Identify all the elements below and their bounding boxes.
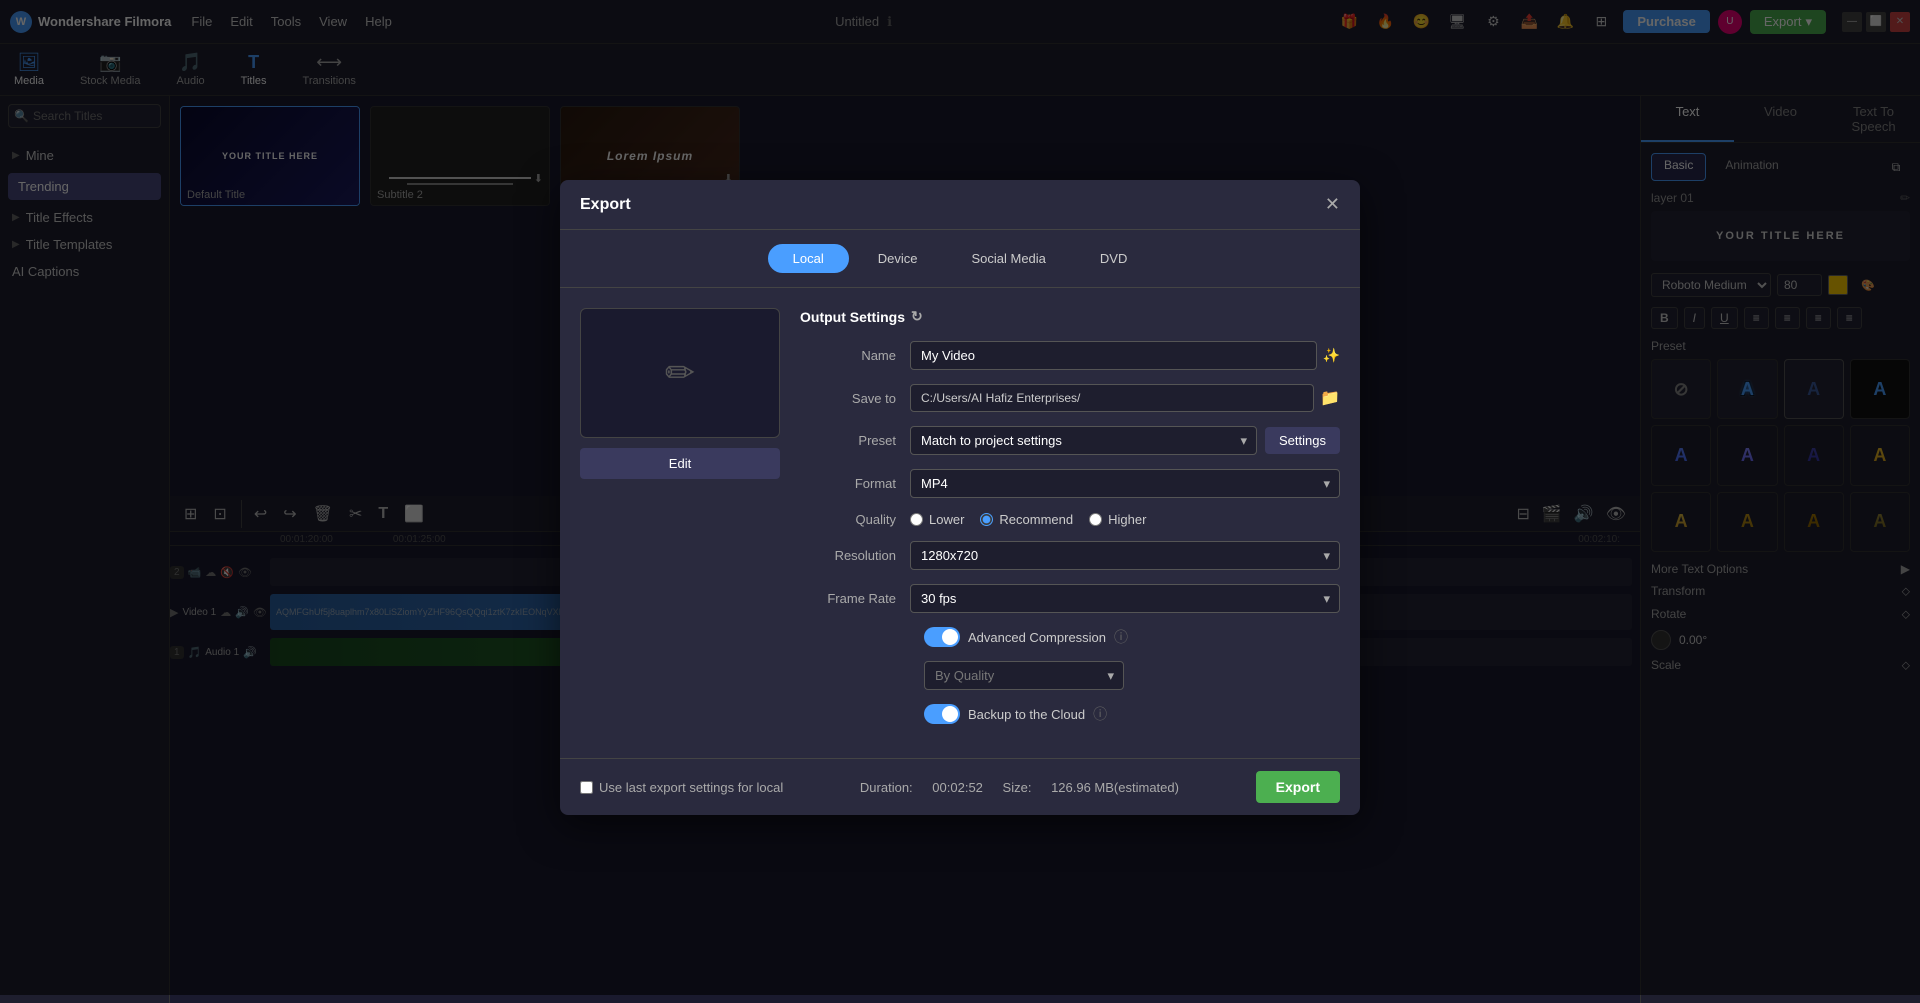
export-action-button[interactable]: Export xyxy=(1256,771,1340,803)
resolution-select-wrapper: 1280x720 xyxy=(910,541,1340,570)
format-label: Format xyxy=(800,476,910,491)
refresh-icon[interactable]: ↻ xyxy=(911,308,923,325)
backup-cloud-row: Backup to the Cloud ⓘ xyxy=(800,704,1340,724)
dialog-tabs: Local Device Social Media DVD xyxy=(560,230,1360,288)
output-settings-label: Output Settings xyxy=(800,309,905,325)
frame-rate-label: Frame Rate xyxy=(800,591,910,606)
backup-cloud-toggle[interactable] xyxy=(924,704,960,724)
quality-recommend-radio[interactable] xyxy=(980,513,993,526)
quality-higher-radio[interactable] xyxy=(1089,513,1102,526)
output-settings-header: Output Settings ↻ xyxy=(800,308,1340,325)
edit-button[interactable]: Edit xyxy=(580,448,780,479)
advanced-compression-info-icon[interactable]: ⓘ xyxy=(1114,627,1128,647)
name-row: Name ✨ xyxy=(800,341,1340,370)
folder-button[interactable]: 📁 xyxy=(1320,388,1340,408)
quality-options: Lower Recommend Higher xyxy=(910,512,1146,527)
save-to-label: Save to xyxy=(800,391,910,406)
path-control: 📁 xyxy=(910,384,1340,412)
use-last-settings-checkbox[interactable]: Use last export settings for local xyxy=(580,780,783,795)
preset-select[interactable]: Match to project settings xyxy=(910,426,1257,455)
format-row: Format MP4 xyxy=(800,469,1340,498)
dialog-footer: Use last export settings for local Durat… xyxy=(560,758,1360,815)
quality-lower-radio[interactable] xyxy=(910,513,923,526)
use-last-settings-input[interactable] xyxy=(580,781,593,794)
resolution-row: Resolution 1280x720 xyxy=(800,541,1340,570)
export-tab-local[interactable]: Local xyxy=(768,244,849,273)
quality-row: Quality Lower Recommend Higher xyxy=(800,512,1340,527)
dialog-body: ✏ Edit Output Settings ↻ Name ✨ Sav xyxy=(560,288,1360,758)
quality-recommend[interactable]: Recommend xyxy=(980,512,1073,527)
size-label: Size: xyxy=(1003,780,1032,795)
advanced-compression-label: Advanced Compression xyxy=(968,630,1106,645)
quality-lower[interactable]: Lower xyxy=(910,512,964,527)
backup-cloud-info-icon[interactable]: ⓘ xyxy=(1093,704,1107,724)
export-tab-dvd[interactable]: DVD xyxy=(1075,244,1152,273)
export-tab-device[interactable]: Device xyxy=(853,244,943,273)
name-input[interactable] xyxy=(910,341,1317,370)
duration-value: 00:02:52 xyxy=(932,780,983,795)
frame-rate-row: Frame Rate 30 fps xyxy=(800,584,1340,613)
dialog-preview: ✏ Edit xyxy=(580,308,780,738)
export-tab-social[interactable]: Social Media xyxy=(946,244,1070,273)
export-dialog: Export ✕ Local Device Social Media DVD ✏… xyxy=(560,180,1360,815)
size-value: 126.96 MB(estimated) xyxy=(1051,780,1179,795)
settings-button[interactable]: Settings xyxy=(1265,427,1340,454)
quality-higher[interactable]: Higher xyxy=(1089,512,1146,527)
dialog-title: Export xyxy=(580,196,631,214)
name-control: ✨ xyxy=(910,341,1340,370)
name-label: Name xyxy=(800,348,910,363)
save-to-row: Save to 📁 xyxy=(800,384,1340,412)
preset-select-wrapper: Match to project settings xyxy=(910,426,1257,455)
backup-cloud-area: Backup to the Cloud ⓘ xyxy=(800,704,1340,724)
duration-label: Duration: xyxy=(860,780,913,795)
preset-label-field: Preset xyxy=(800,433,910,448)
by-quality-select[interactable]: By Quality xyxy=(924,661,1124,690)
path-input[interactable] xyxy=(910,384,1314,412)
frame-rate-select[interactable]: 30 fps xyxy=(910,584,1340,613)
format-select-wrapper: MP4 xyxy=(910,469,1340,498)
ai-icon[interactable]: ✨ xyxy=(1323,347,1340,364)
dialog-header: Export ✕ xyxy=(560,180,1360,230)
export-dialog-overlay: Export ✕ Local Device Social Media DVD ✏… xyxy=(0,0,1920,995)
use-last-settings-label: Use last export settings for local xyxy=(599,780,783,795)
frame-rate-select-wrapper: 30 fps xyxy=(910,584,1340,613)
dialog-settings: Output Settings ↻ Name ✨ Save to 📁 xyxy=(800,308,1340,738)
preview-edit-icon: ✏ xyxy=(665,352,695,394)
advanced-compression-toggle[interactable] xyxy=(924,627,960,647)
resolution-label: Resolution xyxy=(800,548,910,563)
preset-row: Preset Match to project settings Setting… xyxy=(800,426,1340,455)
quality-label: Quality xyxy=(800,512,910,527)
resolution-select[interactable]: 1280x720 xyxy=(910,541,1340,570)
backup-cloud-label: Backup to the Cloud xyxy=(968,707,1085,722)
by-quality-wrapper: By Quality xyxy=(924,661,1124,690)
dialog-close-button[interactable]: ✕ xyxy=(1325,194,1340,215)
format-select[interactable]: MP4 xyxy=(910,469,1340,498)
advanced-compression-row: Advanced Compression ⓘ xyxy=(800,627,1340,647)
footer-info: Duration: 00:02:52 Size: 126.96 MB(estim… xyxy=(852,780,1187,795)
advanced-compression-area: Advanced Compression ⓘ xyxy=(800,627,1340,647)
preview-box: ✏ xyxy=(580,308,780,438)
